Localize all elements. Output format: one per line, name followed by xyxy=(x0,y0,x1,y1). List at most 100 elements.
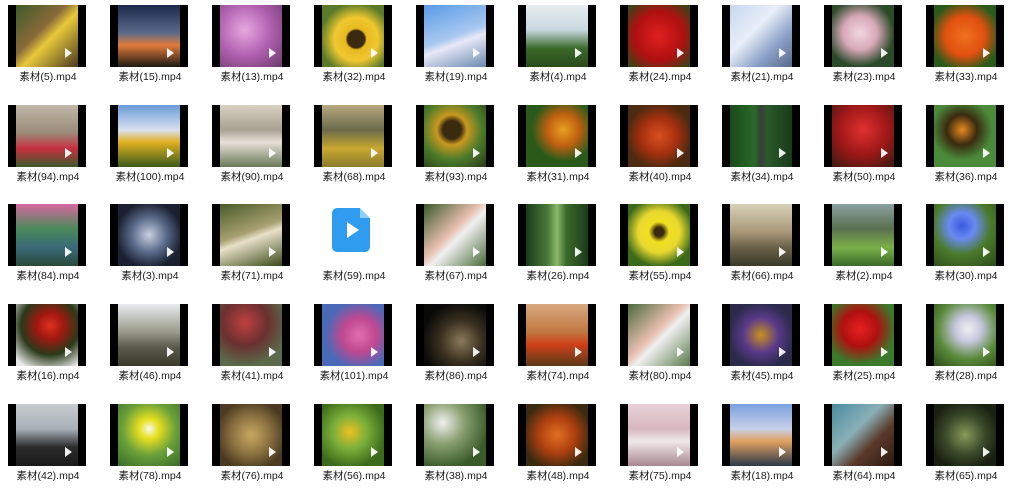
video-thumbnail[interactable] xyxy=(212,105,290,167)
file-name-label[interactable]: 素材(24).mp4 xyxy=(616,69,704,84)
file-name-label[interactable]: 素材(66).mp4 xyxy=(718,268,806,283)
video-thumbnail[interactable] xyxy=(620,105,698,167)
video-file-item[interactable]: 素材(36).mp4 xyxy=(922,100,1022,183)
video-file-item[interactable]: 素材(28).mp4 xyxy=(922,299,1022,383)
file-name-label[interactable]: 素材(21).mp4 xyxy=(718,69,806,84)
file-name-label[interactable]: 素材(32).mp4 xyxy=(310,69,398,84)
video-file-item[interactable]: 素材(65).mp4 xyxy=(922,399,1022,483)
video-file-item[interactable]: 素材(24).mp4 xyxy=(616,0,716,84)
video-thumbnail[interactable] xyxy=(926,404,1004,466)
video-thumbnail[interactable] xyxy=(824,304,902,366)
video-thumbnail[interactable] xyxy=(926,204,1004,266)
file-name-label[interactable]: 素材(84).mp4 xyxy=(4,268,92,283)
file-name-label[interactable]: 素材(18).mp4 xyxy=(718,468,806,483)
file-name-label[interactable]: 素材(33).mp4 xyxy=(922,69,1010,84)
video-file-item[interactable]: 素材(33).mp4 xyxy=(922,0,1022,84)
video-file-item[interactable]: 素材(41).mp4 xyxy=(208,299,308,382)
file-name-label[interactable]: 素材(55).mp4 xyxy=(616,268,704,283)
file-name-label[interactable]: 素材(5).mp4 xyxy=(4,69,92,84)
video-file-item[interactable]: 素材(56).mp4 xyxy=(310,399,410,483)
file-name-label[interactable]: 素材(30).mp4 xyxy=(922,268,1010,283)
file-name-label[interactable]: 素材(46).mp4 xyxy=(106,368,194,383)
video-file-item[interactable]: 素材(30).mp4 xyxy=(922,199,1022,283)
video-file-item[interactable]: 素材(23).mp4 xyxy=(820,0,920,84)
video-thumbnail[interactable] xyxy=(722,105,800,167)
video-thumbnail[interactable] xyxy=(824,204,902,266)
file-name-label[interactable]: 素材(80).mp4 xyxy=(616,368,704,383)
file-name-label[interactable]: 素材(68).mp4 xyxy=(310,169,398,184)
video-file-item[interactable]: 素材(46).mp4 xyxy=(106,299,206,383)
video-thumbnail[interactable] xyxy=(416,404,494,466)
video-file-item[interactable]: 素材(101).mp4 xyxy=(310,299,410,382)
video-thumbnail[interactable] xyxy=(518,204,596,266)
video-thumbnail[interactable] xyxy=(722,404,800,466)
video-file-item[interactable]: 素材(55).mp4 xyxy=(616,199,716,283)
video-thumbnail[interactable] xyxy=(8,5,86,67)
file-name-label[interactable]: 素材(38).mp4 xyxy=(412,468,500,483)
video-file-item[interactable]: 素材(21).mp4 xyxy=(718,0,818,84)
video-file-icon[interactable] xyxy=(332,208,370,252)
video-thumbnail[interactable] xyxy=(620,304,698,366)
video-file-item[interactable]: 素材(2).mp4 xyxy=(820,199,920,282)
video-thumbnail[interactable] xyxy=(416,105,494,167)
video-thumbnail[interactable] xyxy=(110,404,188,466)
file-name-label[interactable]: 素材(59).mp4 xyxy=(310,268,398,283)
video-thumbnail[interactable] xyxy=(8,304,86,366)
video-file-item[interactable]: 素材(75).mp4 xyxy=(616,399,716,482)
video-thumbnail[interactable] xyxy=(8,105,86,167)
video-file-item[interactable]: 素材(26).mp4 xyxy=(514,199,614,283)
video-file-item[interactable]: 素材(74).mp4 xyxy=(514,299,614,383)
file-name-label[interactable]: 素材(16).mp4 xyxy=(4,368,92,383)
video-thumbnail[interactable] xyxy=(620,5,698,67)
video-thumbnail[interactable] xyxy=(518,404,596,466)
file-name-label[interactable]: 素材(23).mp4 xyxy=(820,69,908,84)
video-file-item[interactable]: 素材(67).mp4 xyxy=(412,199,512,283)
file-name-label[interactable]: 素材(42).mp4 xyxy=(4,468,92,483)
file-name-label[interactable]: 素材(74).mp4 xyxy=(514,368,602,383)
video-file-item[interactable]: 素材(45).mp4 xyxy=(718,299,818,383)
file-name-label[interactable]: 素材(40).mp4 xyxy=(616,169,704,184)
video-thumbnail[interactable] xyxy=(416,5,494,67)
video-thumbnail[interactable] xyxy=(212,404,290,466)
video-thumbnail[interactable] xyxy=(212,204,290,266)
file-name-label[interactable]: 素材(26).mp4 xyxy=(514,268,602,283)
video-thumbnail[interactable] xyxy=(110,105,188,167)
video-thumbnail[interactable] xyxy=(314,404,392,466)
video-file-item[interactable]: 素材(71).mp4 xyxy=(208,199,308,283)
file-name-label[interactable]: 素材(3).mp4 xyxy=(106,268,194,283)
file-name-label[interactable]: 素材(86).mp4 xyxy=(412,368,500,383)
video-thumbnail[interactable] xyxy=(212,5,290,67)
video-thumbnail[interactable] xyxy=(8,404,86,466)
video-thumbnail[interactable] xyxy=(620,204,698,266)
file-name-label[interactable]: 素材(45).mp4 xyxy=(718,368,806,383)
video-file-item[interactable]: 素材(80).mp4 xyxy=(616,299,716,383)
file-name-label[interactable]: 素材(31).mp4 xyxy=(514,169,602,184)
video-file-item[interactable]: 素材(76).mp4 xyxy=(208,399,308,483)
file-name-label[interactable]: 素材(50).mp4 xyxy=(820,169,908,184)
video-file-item[interactable]: 素材(38).mp4 xyxy=(412,399,512,483)
video-thumbnail[interactable] xyxy=(518,5,596,67)
video-thumbnail[interactable] xyxy=(722,204,800,266)
video-thumbnail[interactable] xyxy=(518,304,596,366)
video-file-item[interactable]: 素材(66).mp4 xyxy=(718,199,818,283)
video-file-item[interactable]: 素材(5).mp4 xyxy=(4,0,104,84)
video-file-item[interactable]: 素材(94).mp4 xyxy=(4,100,104,183)
video-thumbnail[interactable] xyxy=(110,204,188,266)
file-name-label[interactable]: 素材(56).mp4 xyxy=(310,468,398,483)
video-file-item[interactable]: 素材(34).mp4 xyxy=(718,100,818,183)
video-file-item[interactable]: 素材(59).mp4 xyxy=(310,199,410,283)
file-name-label[interactable]: 素材(71).mp4 xyxy=(208,268,296,283)
file-name-label[interactable]: 素材(76).mp4 xyxy=(208,468,296,483)
video-file-item[interactable]: 素材(16).mp4 xyxy=(4,299,104,383)
video-thumbnail[interactable] xyxy=(110,5,188,67)
file-name-label[interactable]: 素材(25).mp4 xyxy=(820,368,908,383)
file-name-label[interactable]: 素材(28).mp4 xyxy=(922,368,1010,383)
file-name-label[interactable]: 素材(67).mp4 xyxy=(412,268,500,283)
video-file-item[interactable]: 素材(48).mp4 xyxy=(514,399,614,482)
video-file-item[interactable]: 素材(40).mp4 xyxy=(616,100,716,184)
video-thumbnail[interactable] xyxy=(314,105,392,167)
file-name-label[interactable]: 素材(65).mp4 xyxy=(922,468,1010,483)
video-file-item[interactable]: 素材(50).mp4 xyxy=(820,100,920,184)
video-file-item[interactable]: 素材(31).mp4 xyxy=(514,100,614,184)
video-thumbnail[interactable] xyxy=(926,105,1004,167)
